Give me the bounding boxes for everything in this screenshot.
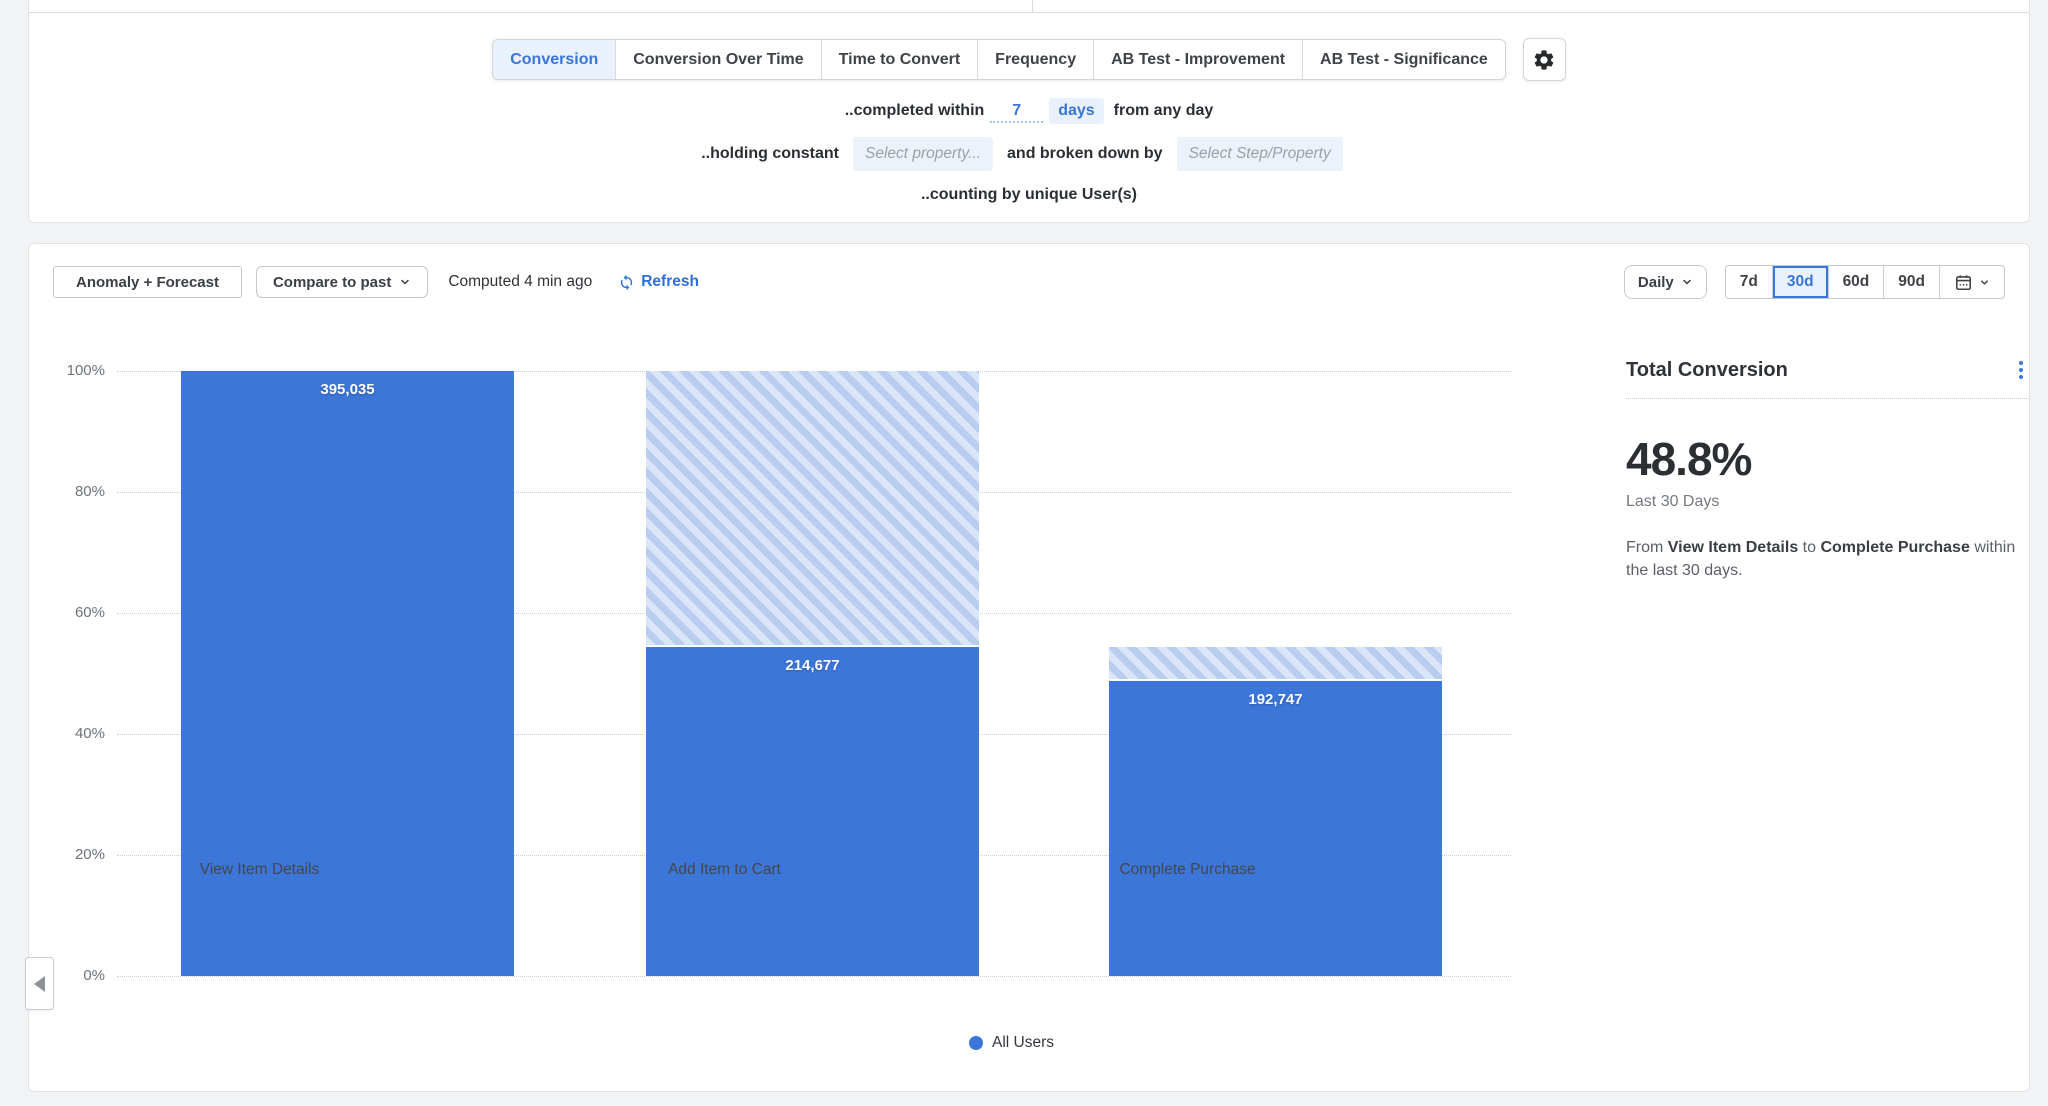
compare-to-past-button[interactable]: Compare to past [256,266,428,298]
total-conversion-value: 48.8% [1626,432,2029,486]
calendar-icon [1954,273,1973,292]
total-conversion-panel: Total Conversion 48.8% Last 30 Days From… [1626,357,2029,582]
range-90d[interactable]: 90d [1883,266,1939,298]
converted-bar-segment[interactable]: 395,035 [181,371,514,976]
y-tick: 0% [53,967,105,984]
y-tick: 40% [53,725,105,742]
column-divider [1032,0,1033,12]
y-tick: 60% [53,604,105,621]
select-property-input[interactable]: Select property... [853,137,993,171]
conversion-window-unit[interactable]: days [1049,98,1103,124]
converted-bar-segment[interactable]: 214,677 [646,647,979,976]
query-panel-card: Conversion Conversion Over Time Time to … [28,0,2030,223]
counting-by-label: ..counting by unique User(s) [921,186,1137,204]
legend-dot-icon [969,1036,983,1050]
tab-conversion-over-time[interactable]: Conversion Over Time [615,40,820,79]
chart-legend[interactable]: All Users [29,1034,1994,1052]
broken-down-by-label: and broken down by [1007,145,1163,163]
settings-button[interactable] [1523,38,1566,81]
desc-to: to [1803,539,1816,556]
converted-bar-segment[interactable]: 192,747 [1109,681,1442,976]
desc-step-from: View Item Details [1668,539,1798,556]
funnel-bar-add-item-to-cart[interactable]: 214,677 [646,371,979,976]
completed-within-label: ..completed within [845,102,985,120]
bar-count-label: 214,677 [646,657,979,674]
compare-to-past-label: Compare to past [273,274,391,291]
interval-label: Daily [1638,274,1674,291]
bar-count-label: 395,035 [181,381,514,398]
refresh-button[interactable]: Refresh [618,273,699,291]
chevron-down-icon [1979,277,1990,288]
summary-title: Total Conversion [1626,359,1788,382]
funnel-bar-view-item-details[interactable]: 395,035 [181,371,514,976]
bar-count-label: 192,747 [1109,691,1442,708]
range-30d[interactable]: 30d [1772,266,1828,298]
interval-dropdown[interactable]: Daily [1624,265,1707,299]
gear-icon [1532,48,1556,72]
range-60d[interactable]: 60d [1828,266,1884,298]
computed-ago-text: Computed 4 min ago [448,273,592,291]
from-any-day-label: from any day [1114,102,1214,120]
select-step-property-input[interactable]: Select Step/Property [1177,137,1343,171]
y-tick: 80% [53,483,105,500]
tab-frequency[interactable]: Frequency [977,40,1093,79]
x-label-add-item-to-cart: Add Item to Cart [558,861,891,879]
dropoff-hatch [1109,647,1442,681]
tab-ab-test-improvement[interactable]: AB Test - Improvement [1093,40,1302,79]
x-label-view-item-details: View Item Details [93,861,426,879]
funnel-bar-complete-purchase[interactable]: 192,747 [1109,371,1442,976]
desc-from: From [1626,539,1663,556]
date-range-segmented: 7d 30d 60d 90d [1725,265,2005,299]
y-tick: 100% [53,362,105,379]
custom-date-range-button[interactable] [1939,266,2004,298]
total-conversion-period: Last 30 Days [1626,493,2029,511]
total-conversion-description: From View Item Details to Complete Purch… [1626,536,2029,582]
refresh-icon [618,274,635,291]
collapse-left-panel-button[interactable] [25,957,54,1010]
chevron-down-icon [1681,276,1693,288]
tab-time-to-convert[interactable]: Time to Convert [821,40,978,79]
x-label-complete-purchase: Complete Purchase [1021,861,1354,879]
refresh-label: Refresh [641,273,699,291]
range-7d[interactable]: 7d [1726,266,1772,298]
conversion-window-value[interactable]: 7 [990,100,1043,123]
holding-constant-label: ..holding constant [701,145,839,163]
view-tabs: Conversion Conversion Over Time Time to … [492,39,1506,80]
dropoff-hatch [646,371,979,647]
desc-step-to: Complete Purchase [1820,539,1969,556]
legend-label: All Users [992,1034,1054,1052]
kebab-menu-icon[interactable] [2013,357,2029,383]
tab-ab-test-significance[interactable]: AB Test - Significance [1302,40,1505,79]
chart-card: Anomaly + Forecast Compare to past Compu… [28,243,2030,1092]
tab-conversion[interactable]: Conversion [493,40,615,79]
funnel-chart: 100% 80% 60% 40% 20% 0% 395,035 214,677 … [117,371,1511,976]
triangle-left-icon [33,975,46,993]
chevron-down-icon [399,276,411,288]
gridline-0 [117,976,1511,977]
divider [1626,398,2029,399]
query-builder-bottom-edge [29,0,2029,13]
anomaly-forecast-button[interactable]: Anomaly + Forecast [53,266,242,298]
